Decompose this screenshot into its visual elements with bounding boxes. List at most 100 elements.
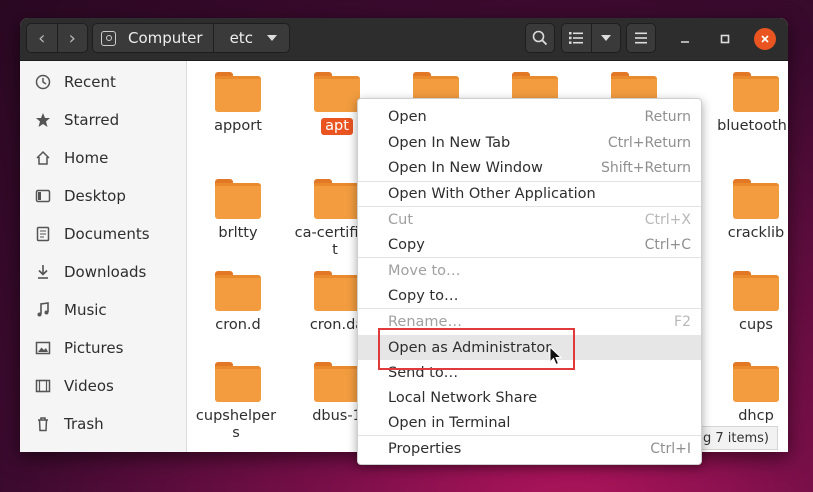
sidebar-item-label: Desktop (64, 187, 126, 205)
sidebar-item-desktop[interactable]: Desktop (20, 177, 186, 215)
highlight-box (378, 328, 575, 370)
sidebar-item-videos[interactable]: Videos (20, 367, 186, 405)
videos-icon (34, 377, 52, 395)
sidebar-item-music[interactable]: Music (20, 291, 186, 329)
folder-item[interactable]: cups (712, 271, 788, 334)
documents-icon (34, 225, 52, 243)
sidebar-item-documents[interactable]: Documents (20, 215, 186, 253)
sidebar-item-pictures[interactable]: Pictures (20, 329, 186, 367)
sidebar-item-label: Downloads (64, 263, 147, 281)
music-icon (34, 301, 52, 319)
maximize-icon (720, 34, 730, 44)
search-button[interactable] (525, 23, 555, 53)
menu-item-label: Move to… (388, 262, 461, 279)
sidebar-item-label: Starred (64, 111, 120, 129)
menu-item-open-with[interactable]: Open With Other Application (358, 181, 701, 206)
breadcrumb-etc[interactable]: etc (214, 24, 277, 52)
sidebar-item-label: Home (64, 149, 109, 167)
folder-icon (314, 271, 360, 311)
context-menu: Open Return Open In New Tab Ctrl+Return … (357, 98, 702, 465)
downloads-icon (34, 263, 52, 281)
folder-icon (215, 72, 261, 112)
menu-item-label: Open With Other Application (388, 185, 596, 202)
folder-icon (733, 271, 779, 311)
folder-icon (733, 72, 779, 112)
pictures-icon (34, 339, 52, 357)
folder-icon (215, 179, 261, 219)
chevron-down-icon (266, 35, 277, 41)
folder-name: apport (214, 118, 262, 134)
disk-icon (101, 30, 116, 46)
home-icon (34, 149, 52, 167)
folder-icon (314, 72, 360, 112)
mouse-cursor-icon (549, 346, 563, 366)
folder-item[interactable]: dhcp (712, 362, 788, 425)
menu-item-label: Properties (388, 440, 462, 457)
menu-item-open[interactable]: Open Return (358, 104, 701, 129)
menu-item-label: Open In New Tab (388, 134, 511, 151)
menu-item-label: Open In New Window (388, 159, 543, 176)
folder-item[interactable]: cron.d (194, 271, 282, 334)
menu-button[interactable] (626, 23, 656, 53)
folder-item[interactable]: apport (194, 72, 282, 135)
search-icon (532, 30, 548, 46)
menu-item-open-new-tab[interactable]: Open In New Tab Ctrl+Return (358, 130, 701, 155)
minimize-icon (681, 41, 689, 43)
view-dropdown-button[interactable] (592, 24, 621, 52)
menu-item-label: Open (388, 108, 427, 125)
menu-item-accel: Return (644, 108, 691, 125)
folder-icon (314, 179, 360, 219)
folder-name: dhcp (738, 408, 774, 424)
folder-name: apt (321, 118, 353, 135)
menu-item-label: Local Network Share (388, 389, 538, 406)
menu-item-accel: Ctrl+C (644, 236, 691, 253)
hamburger-icon (635, 32, 647, 44)
maximize-button[interactable] (714, 28, 736, 50)
folder-item[interactable]: bluetooth (712, 72, 788, 135)
sidebar-item-downloads[interactable]: Downloads (20, 253, 186, 291)
folder-name: bluetooth (717, 118, 787, 134)
sidebar: Recent Starred Home Desktop Documents Do… (20, 61, 187, 452)
menu-item-accel: F2 (674, 313, 691, 330)
header-bar: ‹ › Computer etc (20, 18, 788, 61)
menu-item-properties[interactable]: Properties Ctrl+I (358, 436, 701, 461)
menu-item-local-network-share[interactable]: Local Network Share (358, 385, 701, 410)
minimize-button[interactable] (674, 28, 696, 50)
folder-item[interactable]: brltty (194, 179, 282, 242)
sidebar-item-label: Trash (64, 415, 104, 433)
folder-item[interactable]: cupshelpers (194, 362, 282, 442)
forward-button[interactable]: › (58, 28, 88, 49)
menu-item-copy[interactable]: Copy Ctrl+C (358, 232, 701, 257)
menu-item-accel: Ctrl+X (644, 211, 691, 228)
folder-item[interactable]: cracklib (712, 179, 788, 242)
sidebar-item-trash[interactable]: Trash (20, 405, 186, 443)
folder-name: cron.d (215, 317, 261, 333)
sidebar-item-home[interactable]: Home (20, 139, 186, 177)
sidebar-item-label: Recent (64, 73, 116, 91)
menu-item-label: Open in Terminal (388, 414, 511, 431)
folder-icon (314, 362, 360, 402)
close-icon (761, 35, 769, 43)
folder-icon (733, 179, 779, 219)
back-button[interactable]: ‹ (27, 28, 57, 49)
list-view-button[interactable] (562, 24, 591, 52)
folder-name: cups (739, 317, 773, 333)
menu-item-move-to: Move to… (358, 258, 701, 283)
list-view-icon (569, 32, 584, 44)
menu-item-open-in-terminal[interactable]: Open in Terminal (358, 410, 701, 435)
menu-item-copy-to[interactable]: Copy to… (358, 283, 701, 308)
breadcrumb: Computer etc (92, 23, 290, 53)
sidebar-item-recent[interactable]: Recent (20, 63, 186, 101)
sidebar-item-label: Pictures (64, 339, 124, 357)
view-options (561, 23, 621, 53)
close-button[interactable] (754, 28, 776, 50)
folder-icon (215, 271, 261, 311)
breadcrumb-computer[interactable]: Computer (93, 24, 214, 52)
menu-item-label: Cut (388, 211, 413, 228)
folder-name: brltty (218, 225, 258, 241)
navigation-buttons: ‹ › (26, 23, 88, 53)
sidebar-item-starred[interactable]: Starred (20, 101, 186, 139)
trash-icon (34, 415, 52, 433)
menu-item-open-new-window[interactable]: Open In New Window Shift+Return (358, 155, 701, 180)
desktop-icon (34, 187, 52, 205)
